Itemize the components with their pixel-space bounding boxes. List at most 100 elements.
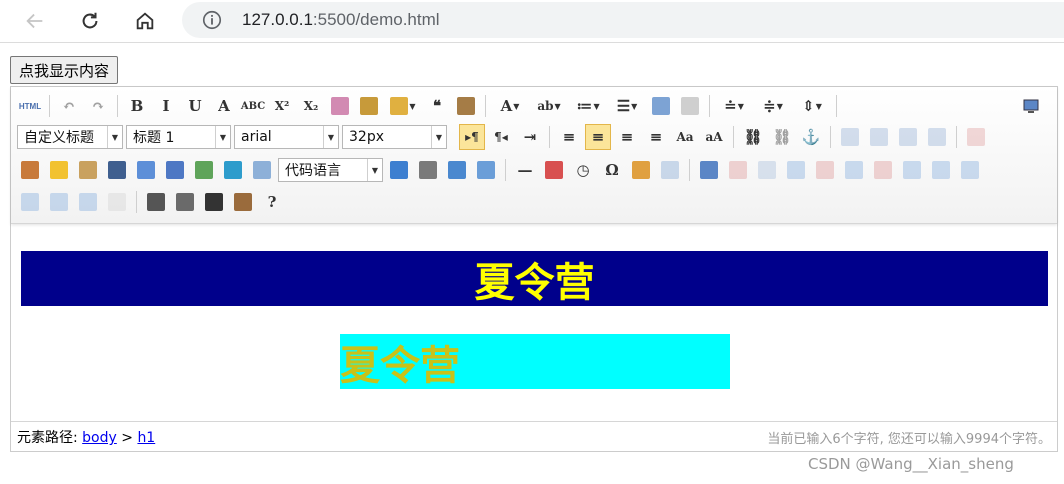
ordered-list-button[interactable]: ≔ ▼ bbox=[570, 93, 606, 119]
map-button[interactable] bbox=[191, 157, 217, 183]
search-replace-button[interactable] bbox=[628, 157, 654, 183]
back-button[interactable] bbox=[19, 5, 51, 37]
template-button[interactable] bbox=[444, 157, 470, 183]
clear-doc-button[interactable] bbox=[677, 93, 703, 119]
editor-content[interactable]: 夏令营 夏令营 bbox=[11, 224, 1057, 420]
image-center-button[interactable] bbox=[924, 124, 950, 150]
justify-full-button[interactable]: ≡ bbox=[643, 124, 669, 150]
strikethrough-button[interactable]: ABC bbox=[240, 93, 266, 119]
anchor-button[interactable]: ⚓ bbox=[798, 124, 824, 150]
address-bar[interactable]: 127.0.0.1:5500/demo.html bbox=[182, 2, 1064, 38]
split-cells-button[interactable] bbox=[17, 189, 43, 215]
split-cols-button[interactable] bbox=[75, 189, 101, 215]
insert-table-button[interactable] bbox=[696, 157, 722, 183]
row-spacing-top-button[interactable]: ≐ ▼ bbox=[716, 93, 752, 119]
preview-button[interactable] bbox=[1018, 93, 1044, 119]
superscript-button[interactable]: X² bbox=[269, 93, 295, 119]
google-map-button[interactable] bbox=[220, 157, 246, 183]
custom-style-select[interactable]: 自定义标题 ▼ bbox=[17, 125, 123, 149]
unordered-list-button[interactable]: ☰ ▼ bbox=[609, 93, 645, 119]
time-button[interactable]: ◷ bbox=[570, 157, 596, 183]
split-cells-icon bbox=[21, 193, 39, 211]
insert-frame-button[interactable] bbox=[249, 157, 275, 183]
url-text[interactable]: 127.0.0.1:5500/demo.html bbox=[242, 10, 440, 30]
unlink-button[interactable]: ⛓ bbox=[769, 124, 795, 150]
reload-button[interactable] bbox=[74, 5, 106, 37]
font-border-button[interactable]: A bbox=[211, 93, 237, 119]
merge-cells-button[interactable] bbox=[899, 157, 925, 183]
to-lowercase-button[interactable]: aA bbox=[701, 124, 727, 150]
music-button[interactable] bbox=[133, 157, 159, 183]
line-height-button[interactable]: ⇕ ▼ bbox=[794, 93, 830, 119]
to-uppercase-button[interactable]: Aa bbox=[672, 124, 698, 150]
bold-button[interactable]: B bbox=[124, 93, 150, 119]
redo-button[interactable]: ↷ bbox=[85, 93, 111, 119]
undo-button[interactable]: ↶ bbox=[56, 93, 82, 119]
split-rows-button[interactable] bbox=[46, 189, 72, 215]
home-button[interactable] bbox=[129, 5, 161, 37]
font-color-button[interactable]: A ▼ bbox=[492, 93, 528, 119]
insert-col-button[interactable] bbox=[841, 157, 867, 183]
horizontal-rule-button[interactable]: — bbox=[512, 157, 538, 183]
drafts-button[interactable] bbox=[230, 189, 256, 215]
chart-button[interactable] bbox=[104, 189, 130, 215]
show-content-button[interactable]: 点我显示内容 bbox=[10, 56, 119, 84]
font-size-select[interactable]: 32px ▼ bbox=[342, 125, 447, 149]
special-chars-button[interactable]: Ω bbox=[599, 157, 625, 183]
info-icon[interactable] bbox=[201, 9, 223, 31]
paste-plain-button[interactable] bbox=[453, 93, 479, 119]
link-button[interactable]: ⛓ bbox=[740, 124, 766, 150]
image-none-button[interactable] bbox=[837, 124, 863, 150]
word-image-button[interactable] bbox=[657, 157, 683, 183]
insert-video-button[interactable] bbox=[104, 157, 130, 183]
direction-rtl-button[interactable]: ¶◂ bbox=[488, 124, 514, 150]
justify-left-button[interactable]: ≡ bbox=[556, 124, 582, 150]
attachment-button[interactable] bbox=[162, 157, 188, 183]
background-button[interactable] bbox=[473, 157, 499, 183]
font-family-select[interactable]: arial ▼ bbox=[234, 125, 339, 149]
direction-ltr-button[interactable]: ▸¶ bbox=[459, 124, 485, 150]
path-h1-link[interactable]: h1 bbox=[137, 430, 155, 446]
page-break-button[interactable] bbox=[386, 157, 412, 183]
justify-full-icon: ≡ bbox=[649, 128, 663, 146]
select-all-button[interactable] bbox=[648, 93, 674, 119]
image-left-button[interactable] bbox=[866, 124, 892, 150]
row-spacing-bottom-button[interactable]: ≑ ▼ bbox=[755, 93, 791, 119]
justify-right-button[interactable]: ≡ bbox=[614, 124, 640, 150]
format-brush-button[interactable] bbox=[356, 93, 382, 119]
background-color-button[interactable]: ab ▼ bbox=[531, 93, 567, 119]
search-icon bbox=[205, 193, 223, 211]
date-button[interactable] bbox=[541, 157, 567, 183]
simple-upload-button[interactable] bbox=[963, 124, 989, 150]
emotion-button[interactable] bbox=[46, 157, 72, 183]
delete-row-button[interactable] bbox=[812, 157, 838, 183]
source-html-button[interactable]: HTML bbox=[17, 93, 43, 119]
page-break-marker-button[interactable] bbox=[415, 157, 441, 183]
heading-2-block[interactable]: 夏令营 bbox=[340, 334, 730, 389]
auto-format-button[interactable]: ▼ bbox=[385, 93, 421, 119]
insert-image-button[interactable] bbox=[17, 157, 43, 183]
help-button[interactable]: ? bbox=[259, 189, 285, 215]
merge-right-button[interactable] bbox=[928, 157, 954, 183]
underline-button[interactable]: U bbox=[182, 93, 208, 119]
blockquote-button[interactable]: ❝ bbox=[424, 93, 450, 119]
paragraph-select[interactable]: 标题 1 ▼ bbox=[126, 125, 231, 149]
subscript-button[interactable]: X₂ bbox=[298, 93, 324, 119]
indent-button[interactable]: ⇥ bbox=[517, 124, 543, 150]
merge-down-button[interactable] bbox=[957, 157, 983, 183]
insert-paragraph-before-table-button[interactable] bbox=[754, 157, 780, 183]
delete-table-button[interactable] bbox=[725, 157, 751, 183]
heading-1-block[interactable]: 夏令营 bbox=[21, 251, 1048, 306]
justify-center-button[interactable]: ≡ bbox=[585, 124, 611, 150]
image-right-button[interactable] bbox=[895, 124, 921, 150]
scrawl-button[interactable] bbox=[75, 157, 101, 183]
path-body-link[interactable]: body bbox=[82, 430, 117, 446]
delete-col-button[interactable] bbox=[870, 157, 896, 183]
print-preview-button[interactable] bbox=[172, 189, 198, 215]
search-button[interactable] bbox=[201, 189, 227, 215]
insert-row-button[interactable] bbox=[783, 157, 809, 183]
print-button[interactable] bbox=[143, 189, 169, 215]
code-language-select[interactable]: 代码语言 ▼ bbox=[278, 158, 383, 182]
italic-button[interactable]: I bbox=[153, 93, 179, 119]
eraser-button[interactable] bbox=[327, 93, 353, 119]
